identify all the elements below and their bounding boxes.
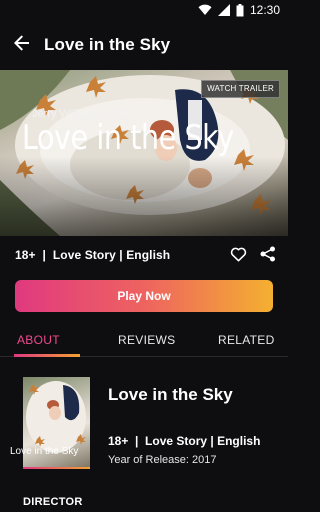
- tab-related[interactable]: RELATED: [218, 333, 275, 347]
- tab-bar: ABOUT REVIEWS RELATED: [0, 325, 288, 357]
- movie-details: 18+ | Love Story | English: [15, 248, 171, 262]
- info-details: 18+ | Love Story | English: [108, 434, 261, 448]
- tab-about[interactable]: ABOUT: [17, 333, 60, 347]
- meta-actions: [230, 246, 276, 267]
- poster-title: Love in the Sky: [10, 446, 79, 457]
- hero-shade: [0, 156, 288, 236]
- movie-detail-screen: 12:30 Love in the Sky WATCH TRAILER Jerr…: [0, 0, 288, 512]
- watch-trailer-button[interactable]: WATCH TRAILER: [201, 80, 280, 98]
- signal-icon: [217, 4, 230, 16]
- heart-icon[interactable]: [230, 246, 247, 267]
- director-heading: DIRECTOR: [23, 496, 83, 508]
- page-title: Love in the Sky: [44, 35, 171, 54]
- status-bar: 12:30: [0, 0, 288, 20]
- hero-title: Love in the Sky: [22, 118, 234, 158]
- play-now-button[interactable]: Play Now: [15, 280, 273, 312]
- back-arrow-icon: [14, 34, 30, 56]
- status-time: 12:30: [249, 3, 280, 17]
- battery-icon: [236, 3, 244, 17]
- meta-row: 18+ | Love Story | English: [0, 238, 288, 272]
- app-bar: Love in the Sky: [0, 20, 288, 70]
- poster-accent-bar: [23, 467, 90, 469]
- tab-indicator: [14, 354, 80, 357]
- share-icon[interactable]: [260, 246, 276, 267]
- back-button[interactable]: [0, 23, 44, 67]
- release-year: Year of Release: 2017: [108, 454, 217, 466]
- wifi-icon: [198, 4, 212, 16]
- info-title: Love in the Sky: [108, 385, 233, 404]
- tab-reviews[interactable]: REVIEWS: [118, 333, 175, 347]
